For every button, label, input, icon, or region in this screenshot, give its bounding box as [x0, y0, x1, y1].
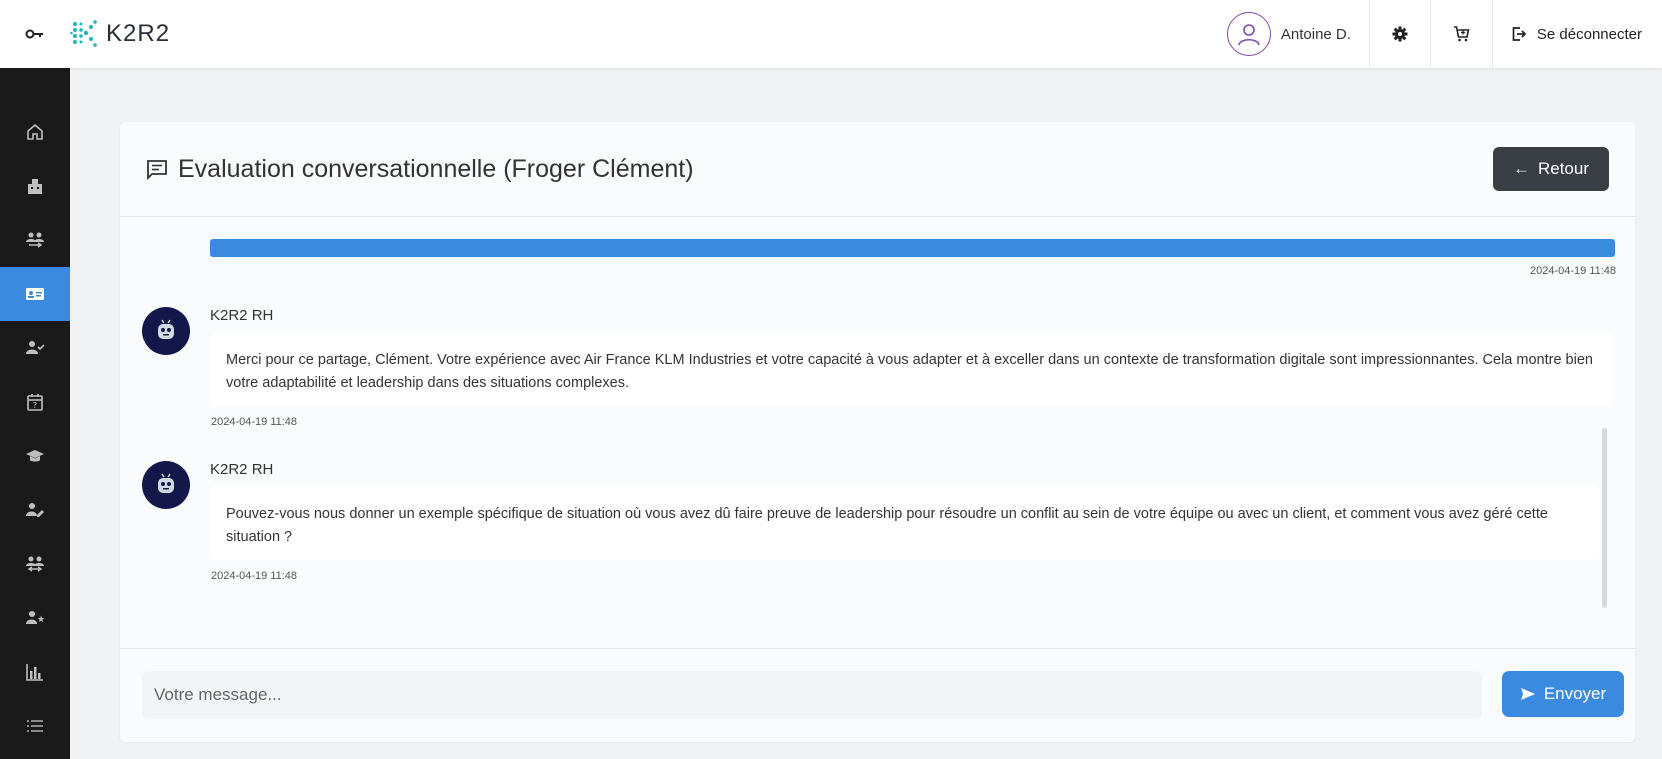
- logout-icon: [1512, 27, 1527, 41]
- logout-label: Se déconnecter: [1536, 25, 1642, 43]
- sidebar-item-team-swap[interactable]: [0, 537, 70, 591]
- bar-chart-icon: [26, 664, 43, 681]
- settings-icon: [1392, 26, 1408, 42]
- user-star-icon: ★: [26, 611, 45, 625]
- sidebar-item-statistics[interactable]: [0, 645, 70, 699]
- team-swap-icon: [26, 556, 44, 572]
- id-card-icon: [26, 288, 44, 300]
- send-icon: [1520, 688, 1535, 700]
- send-button[interactable]: Envoyer: [1502, 671, 1624, 717]
- chat-scrollbar[interactable]: [1602, 428, 1607, 608]
- bot-avatar: [142, 461, 190, 509]
- key-icon: [25, 29, 43, 39]
- graduation-cap-icon: [26, 450, 44, 462]
- key-button[interactable]: [0, 0, 70, 68]
- chat-icon: [147, 160, 167, 180]
- logo-text: K2R2: [106, 20, 171, 47]
- sidebar-item-list[interactable]: [0, 699, 70, 753]
- sidebar-item-evaluations[interactable]: [0, 267, 70, 321]
- team-icon: [26, 232, 44, 248]
- user-name: Antoine D.: [1280, 25, 1351, 43]
- message-input[interactable]: [142, 671, 1482, 719]
- message-timestamp: 2024-04-19 11:48: [211, 416, 298, 428]
- robot-icon: [158, 473, 174, 493]
- progress-bar: [210, 239, 1615, 257]
- calendar-question-icon: ?: [27, 394, 43, 411]
- arrow-left-icon: ←: [1512, 159, 1530, 178]
- svg-text:★: ★: [37, 615, 45, 625]
- settings-button[interactable]: [1368, 0, 1430, 68]
- message-bubble: Pouvez-vous nous donner un exemple spéci…: [210, 486, 1600, 560]
- sidebar-item-planning[interactable]: ?: [0, 375, 70, 429]
- message-composer: Envoyer: [120, 648, 1635, 742]
- message-sender: K2R2 RH: [210, 307, 274, 324]
- logo-mark-icon: [70, 20, 97, 47]
- back-label: Retour: [1537, 159, 1589, 178]
- sidebar-item-home[interactable]: [0, 105, 70, 159]
- sidebar-item-user-edit[interactable]: [0, 483, 70, 537]
- avatar: [1226, 12, 1271, 56]
- bot-avatar: [142, 307, 190, 355]
- cart-button[interactable]: [1429, 0, 1492, 68]
- message-bubble: Merci pour ce partage, Clément. Votre ex…: [210, 332, 1613, 406]
- sidebar: ? ★: [0, 68, 70, 759]
- message-timestamp: 2024-04-19 11:48: [211, 570, 298, 582]
- evaluation-card: Evaluation conversationnelle (Froger Clé…: [120, 122, 1635, 742]
- home-icon: [27, 123, 43, 140]
- page-title: Evaluation conversationnelle (Froger Clé…: [178, 154, 694, 183]
- back-button[interactable]: ← Retour: [1492, 147, 1609, 191]
- sidebar-item-training[interactable]: [0, 429, 70, 483]
- robot-icon: [158, 319, 174, 339]
- sidebar-item-validated-candidates[interactable]: [0, 321, 70, 375]
- building-icon: [28, 179, 42, 194]
- send-label: Envoyer: [1543, 684, 1607, 703]
- user-menu[interactable]: Antoine D.: [1226, 0, 1369, 68]
- sidebar-item-favorites[interactable]: ★: [0, 591, 70, 645]
- logo[interactable]: K2R2: [70, 19, 170, 49]
- logout-button[interactable]: Se déconnecter: [1491, 0, 1662, 68]
- chat-panel[interactable]: 2024-04-19 11:48 K2R2 RH Merci pour ce p…: [120, 218, 1635, 648]
- user-check-icon: [26, 341, 45, 354]
- user-edit-icon: [26, 503, 44, 517]
- sidebar-item-teams[interactable]: [0, 213, 70, 267]
- user-icon: [1238, 24, 1260, 46]
- sidebar-item-companies[interactable]: [0, 159, 70, 213]
- top-bar: K2R2 Antoine D. Se déconnecter: [0, 0, 1662, 68]
- message-sender: K2R2 RH: [210, 461, 274, 478]
- progress-timestamp: 2024-04-19 11:48: [1530, 265, 1617, 277]
- list-icon: [27, 720, 43, 732]
- card-header: Evaluation conversationnelle (Froger Clé…: [120, 122, 1635, 217]
- svg-text:?: ?: [33, 401, 37, 410]
- cart-icon: [1453, 26, 1470, 42]
